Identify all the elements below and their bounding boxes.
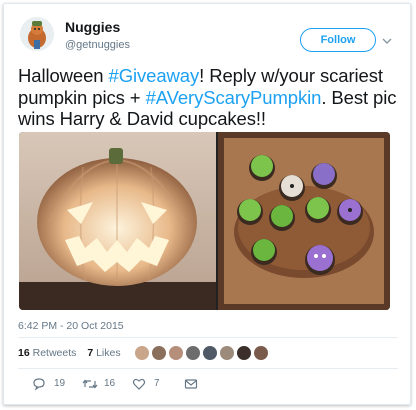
likes-label: Likes [96,347,121,359]
mail-icon [184,379,198,389]
heart-icon [132,378,146,390]
liker-avatar[interactable] [168,345,184,361]
user-name[interactable]: Nuggies [65,19,120,35]
retweets-count: 16 [18,347,30,359]
retweet-action[interactable]: 16 [82,376,122,392]
tweet-timestamp[interactable]: 6:42 PM - 20 Oct 2015 [18,320,124,332]
retweets-label: Retweets [32,347,77,359]
likes-stat[interactable]: 7 Likes [87,347,120,359]
reply-action[interactable]: 19 [32,376,72,392]
liker-avatar[interactable] [151,345,167,361]
tweet-stats: 16 Retweets 7 Likes [18,347,129,359]
user-handle[interactable]: @getnuggies [65,39,130,51]
chevron-down-icon[interactable] [381,34,393,46]
retweet-icon [82,379,98,389]
divider [18,337,398,338]
like-action[interactable]: 7 [132,376,172,392]
avatar[interactable] [20,17,54,51]
liker-avatar[interactable] [236,345,252,361]
media-photo-left[interactable] [19,132,216,310]
tweet-text-part: Halloween [18,65,109,86]
hashtag-link[interactable]: #AVeryScaryPumpkin [146,87,322,108]
liker-avatar[interactable] [253,345,269,361]
media-photo-right[interactable] [218,132,390,310]
retweets-stat[interactable]: 16 Retweets [18,347,76,359]
liker-avatar[interactable] [134,345,150,361]
media-gallery [19,132,390,310]
retweet-count: 16 [104,378,116,389]
tweet-card: Nuggies @getnuggies Follow Halloween #Gi… [3,3,411,405]
direct-message-action[interactable] [184,376,200,392]
hashtag-link[interactable]: #Giveaway [109,65,200,86]
reply-count: 19 [54,378,66,389]
liker-avatar[interactable] [219,345,235,361]
liker-avatars [134,345,270,363]
reply-icon [33,378,45,391]
tweet-text: Halloween #Giveaway! Reply w/your scarie… [18,65,408,130]
follow-button[interactable]: Follow [300,28,376,52]
divider [18,368,398,369]
liker-avatar[interactable] [185,345,201,361]
liker-avatar[interactable] [202,345,218,361]
likes-count: 7 [87,347,94,359]
like-count: 7 [154,378,160,389]
